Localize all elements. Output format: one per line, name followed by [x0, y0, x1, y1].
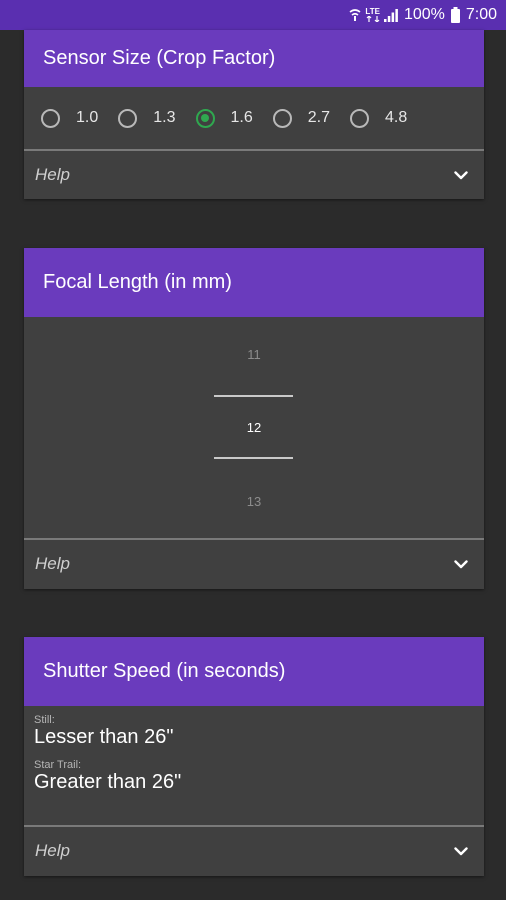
- radio-option-1-3[interactable]: 1.3: [118, 108, 176, 128]
- radio-button-selected[interactable]: [195, 108, 215, 128]
- chevron-down-icon[interactable]: [452, 842, 470, 860]
- help-label: Help: [35, 841, 70, 860]
- focal-length-picker[interactable]: 11 12 13: [24, 317, 484, 538]
- chevron-down-icon[interactable]: [452, 555, 470, 573]
- help-label: Help: [35, 165, 70, 184]
- radio-label: 1.6: [230, 109, 253, 126]
- radio-option-2-7[interactable]: 2.7: [272, 108, 330, 128]
- sensor-size-header: Sensor Size (Crop Factor): [24, 30, 484, 87]
- radio-button[interactable]: [350, 108, 369, 128]
- battery-percent: 100%: [403, 6, 445, 23]
- picker-next-value[interactable]: 13: [24, 494, 484, 509]
- shutter-results: Still: Lesser than 26" Star Trail: Great…: [24, 706, 484, 825]
- focal-length-title: Focal Length (in mm): [43, 271, 232, 293]
- picker-bottom-line: [214, 457, 293, 459]
- crop-factor-radio-group: 1.0 1.3 1.6 2.7 4.8: [24, 87, 484, 149]
- radio-option-1-0[interactable]: 1.0: [41, 108, 99, 128]
- shutter-help-toggle[interactable]: Help: [24, 827, 484, 875]
- picker-current-value[interactable]: 12: [24, 420, 484, 435]
- still-result: Still: Lesser than 26": [24, 714, 484, 749]
- radio-label: 4.8: [385, 109, 408, 126]
- help-label: Help: [35, 554, 70, 573]
- sensor-help-toggle[interactable]: Help: [24, 151, 484, 199]
- radio-label: 1.3: [153, 109, 176, 126]
- clock: 7:00: [465, 6, 497, 23]
- radio-label: 2.7: [307, 109, 330, 126]
- shutter-speed-card: Shutter Speed (in seconds) Still: Lesser…: [24, 637, 484, 876]
- radio-button[interactable]: [272, 108, 292, 128]
- lte-label: LTE: [365, 7, 380, 16]
- lte-icon: LTE: [365, 8, 380, 22]
- shutter-speed-header: Shutter Speed (in seconds): [24, 637, 484, 706]
- status-bar: LTE 100% 7:00: [0, 0, 506, 30]
- battery-icon: [450, 7, 460, 23]
- picker-prev-value[interactable]: 11: [24, 347, 484, 362]
- still-label: Still:: [34, 714, 55, 726]
- focal-length-card: Focal Length (in mm) 11 12 13 Help: [24, 248, 484, 589]
- radio-label: 1.0: [76, 109, 99, 126]
- radio-button[interactable]: [41, 108, 60, 128]
- radio-button[interactable]: [118, 108, 138, 128]
- star-trail-result: Star Trail: Greater than 26": [24, 759, 484, 794]
- wifi-calling-icon: [349, 8, 361, 22]
- picker-top-line: [214, 395, 293, 397]
- chevron-down-icon[interactable]: [452, 166, 470, 184]
- radio-option-1-6[interactable]: 1.6: [195, 108, 253, 128]
- still-value: Lesser than 26": [34, 726, 174, 748]
- sensor-size-card: Sensor Size (Crop Factor) 1.0 1.3 1.6 2.…: [24, 30, 484, 199]
- shutter-speed-title: Shutter Speed (in seconds): [43, 660, 286, 682]
- sensor-size-title: Sensor Size (Crop Factor): [43, 47, 276, 69]
- focal-help-toggle[interactable]: Help: [24, 540, 484, 588]
- status-icons: LTE: [349, 8, 398, 22]
- star-trail-label: Star Trail:: [34, 759, 82, 771]
- radio-option-4-8[interactable]: 4.8: [350, 108, 408, 128]
- star-trail-value: Greater than 26": [34, 771, 182, 793]
- signal-icon: [383, 8, 398, 22]
- focal-length-header: Focal Length (in mm): [24, 248, 484, 317]
